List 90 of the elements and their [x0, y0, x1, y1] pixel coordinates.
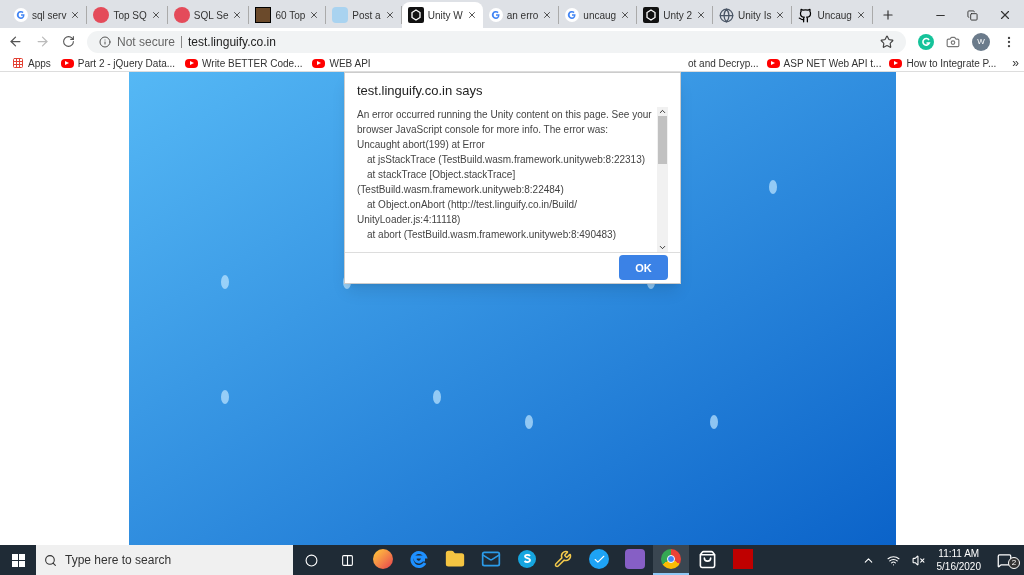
- tab-title: Uncaug: [817, 8, 852, 23]
- globe-icon: [719, 7, 735, 23]
- browser-tab[interactable]: Unity W: [401, 2, 483, 28]
- play-icon: [60, 58, 74, 68]
- chat-logo-icon: [517, 549, 537, 569]
- tab-title: Top SQ: [113, 8, 147, 23]
- close-icon[interactable]: [855, 10, 866, 20]
- new-tab-icon[interactable]: [880, 8, 895, 22]
- folder-icon: [445, 549, 465, 569]
- tab-title: Unity Is: [738, 8, 772, 23]
- chrome-icon: [661, 549, 681, 569]
- close-icon[interactable]: [998, 8, 1012, 22]
- bookmark-star-icon[interactable]: [880, 34, 894, 49]
- play-icon: [312, 58, 326, 68]
- tab-title: 60 Top: [275, 8, 306, 23]
- close-icon[interactable]: [620, 10, 631, 20]
- dialog-title: test.linguify.co.in says: [356, 82, 484, 100]
- close-icon[interactable]: [696, 10, 707, 20]
- browser-tab[interactable]: uncaug: [559, 6, 638, 24]
- close-icon[interactable]: [150, 10, 161, 20]
- play-icon: [185, 58, 199, 68]
- tab-title: Unty 2: [663, 8, 693, 23]
- close-icon[interactable]: [70, 10, 81, 20]
- cube-icon: [407, 7, 424, 23]
- tab-title: an erro: [506, 8, 539, 23]
- search-icon: [44, 553, 57, 567]
- search-field[interactable]: Type here to search: [36, 545, 293, 575]
- bookmark[interactable]: Apps: [8, 55, 55, 71]
- browser-swirl-icon: [409, 549, 429, 569]
- message-icon: [997, 552, 1012, 568]
- browser-tab[interactable]: Unty 2: [637, 6, 714, 24]
- tab-title: SQL Se: [193, 8, 229, 23]
- browser-tab[interactable]: sql serv: [8, 6, 88, 24]
- close-icon[interactable]: [232, 10, 243, 20]
- camera-icon[interactable]: [946, 34, 960, 49]
- browser-tab[interactable]: Uncaug: [792, 6, 873, 24]
- browser-tab[interactable]: 60 Top: [249, 6, 327, 24]
- close-icon[interactable]: [775, 10, 786, 20]
- google-icon: [565, 8, 580, 22]
- scrollbar[interactable]: [657, 106, 668, 252]
- github-icon: [798, 7, 814, 23]
- browser-tab[interactable]: Unity Is: [713, 6, 793, 24]
- apps-grid-icon: [12, 57, 24, 69]
- browser-tab[interactable]: SQL Se: [167, 6, 250, 24]
- wrench-icon: [554, 550, 572, 568]
- clock[interactable]: 11:11 AM 5/16/2020: [936, 547, 981, 573]
- mail-icon: [481, 549, 501, 569]
- browser-tab[interactable]: Post a: [326, 6, 402, 24]
- bookmark[interactable]: Part 2 - jQuery Data...: [56, 55, 180, 71]
- browser-tab[interactable]: Top SQ: [87, 6, 168, 24]
- ok-button[interactable]: OK: [619, 255, 668, 281]
- tab-title: Unity W: [427, 8, 463, 23]
- shopping-bag-icon: [697, 549, 717, 569]
- cube-icon: [643, 7, 660, 23]
- bookmark[interactable]: Write BETTER Code...: [181, 55, 307, 71]
- restore-icon[interactable]: [967, 9, 978, 21]
- checkmark-icon: [589, 549, 609, 569]
- tab-title: Post a: [352, 8, 381, 23]
- bookmark[interactable]: ot and Decryp...: [684, 55, 763, 71]
- back-icon[interactable]: [8, 34, 23, 49]
- wifi-icon[interactable]: [886, 553, 900, 567]
- more-bookmarks-text[interactable]: »: [1000, 54, 1024, 72]
- play-icon: [766, 58, 780, 68]
- reload-icon[interactable]: [62, 35, 75, 48]
- circle-icon: [304, 553, 318, 567]
- info-icon: [99, 35, 111, 48]
- error-message: An error occurred running the Unity content on this page. See your browser JavaScript console for more info. The error was: Uncaught abort(199) at Error at jsStackTrace (TestBuild.wasm.framework.unityweb:8:22313) at stackTrace [Object.stackTrace] (TestBuild.wasm.framework.unityweb:8:22484) at Object.onAbort (http://test.linguify.co.in/Build/ UnityLoader.js:4:11118) at abort (TestBuild.wasm.framework.unityweb:8:490483): [357, 107, 653, 242]
- close-icon[interactable]: [466, 10, 477, 20]
- google-icon: [488, 8, 503, 22]
- windows-logo-icon: [11, 553, 25, 567]
- play-icon: [889, 58, 903, 68]
- tab-title: sql serv: [32, 8, 67, 23]
- muted-speaker-icon[interactable]: [911, 553, 925, 567]
- url-text: test.linguify.co.in: [188, 33, 276, 51]
- tab-title: uncaug: [583, 8, 617, 23]
- site-icon: [173, 7, 190, 23]
- notification-count: 2: [1008, 556, 1020, 569]
- google-icon: [14, 8, 28, 22]
- bookmark[interactable]: WEB API: [308, 55, 375, 71]
- profile-avatar[interactable]: W: [972, 32, 990, 51]
- bookmark[interactable]: ASP NET Web API t...: [762, 55, 886, 71]
- close-icon[interactable]: [384, 10, 395, 20]
- bookmark[interactable]: How to Integrate P...: [885, 55, 1001, 71]
- close-icon[interactable]: [309, 10, 320, 20]
- close-icon[interactable]: [542, 10, 553, 20]
- site-icon: [93, 7, 110, 23]
- browser-tab[interactable]: an erro: [482, 6, 560, 24]
- task-view-icon: [340, 553, 354, 567]
- security-label: Not secure: [117, 33, 176, 51]
- address-bar[interactable]: Not secure test.linguify.co.in: [87, 30, 906, 53]
